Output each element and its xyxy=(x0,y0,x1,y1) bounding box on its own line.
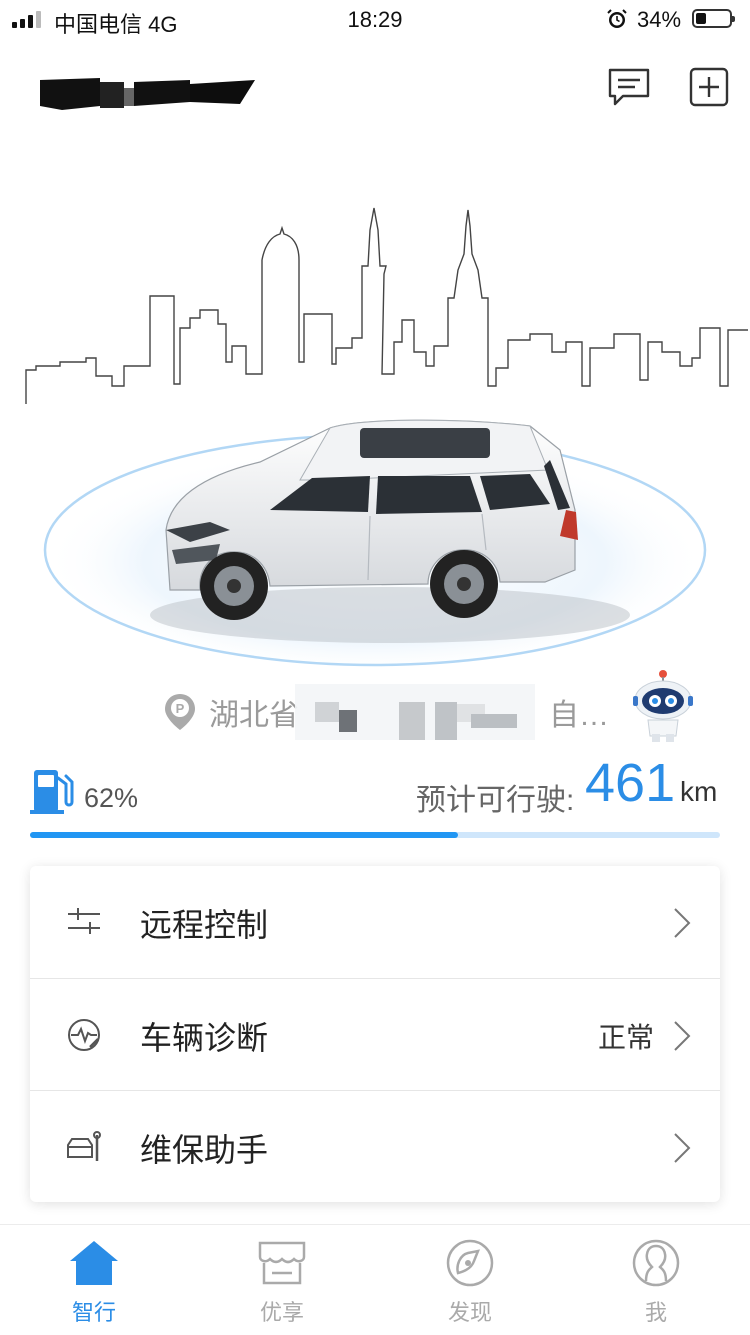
fuel-progress-bar xyxy=(30,832,720,838)
home-icon xyxy=(70,1241,118,1285)
bottom-tab-bar: 智行 优享 发现 我 xyxy=(0,1224,750,1335)
menu-item-label: 维保助手 xyxy=(140,1132,269,1168)
tab-youxiang[interactable]: 优享 xyxy=(222,1225,342,1335)
redacted-location xyxy=(295,684,535,740)
menu-item-label: 车辆诊断 xyxy=(140,1020,269,1056)
battery-icon xyxy=(692,9,735,28)
vehicle-menu-card: 远程控制 车辆诊断 正常 维保助手 xyxy=(30,866,720,1202)
city-skyline-illustration xyxy=(25,207,748,404)
range-unit: km xyxy=(680,776,718,807)
diagnosis-status: 正常 xyxy=(597,1022,654,1053)
compass-icon xyxy=(446,1239,494,1287)
tab-faxian[interactable]: 发现 xyxy=(410,1225,530,1335)
range-label: 预计可行驶: xyxy=(416,784,575,817)
parking-pin-icon: P xyxy=(165,694,195,730)
menu-item-maintenance[interactable]: 维保助手 xyxy=(30,1090,720,1203)
fuel-pump-icon xyxy=(30,770,74,814)
location-text-suffix: 自… xyxy=(549,699,609,732)
redacted-title xyxy=(40,78,255,110)
robot-assistant-icon[interactable] xyxy=(626,668,700,744)
maintenance-icon xyxy=(67,1131,101,1161)
tab-label: 优享 xyxy=(259,1300,304,1325)
tab-wo[interactable]: 我 xyxy=(596,1225,716,1335)
chevron-right-icon xyxy=(674,908,691,938)
svg-text:P: P xyxy=(176,701,185,716)
battery-percent: 34% xyxy=(637,7,682,32)
location-text-prefix: 湖北省 xyxy=(209,699,299,732)
menu-item-remote-control[interactable]: 远程控制 xyxy=(30,866,720,978)
message-icon[interactable] xyxy=(607,67,651,107)
tab-zhixing[interactable]: 智行 xyxy=(34,1225,154,1335)
menu-item-diagnosis[interactable]: 车辆诊断 正常 xyxy=(30,978,720,1091)
car-illustration xyxy=(43,419,707,667)
plus-icon[interactable] xyxy=(688,67,732,107)
fuel-progress-fill xyxy=(30,832,458,838)
tab-label: 我 xyxy=(644,1300,667,1325)
chevron-right-icon xyxy=(674,1021,691,1051)
store-icon xyxy=(258,1241,306,1285)
sliders-icon xyxy=(68,908,100,934)
chevron-right-icon xyxy=(674,1133,691,1163)
fuel-percent: 62% xyxy=(84,783,139,813)
user-icon xyxy=(632,1239,680,1287)
status-bar: 中国电信 4G 18:29 34% xyxy=(0,0,750,40)
range-value: 461 xyxy=(585,753,676,813)
tab-label: 智行 xyxy=(71,1300,116,1325)
alarm-icon xyxy=(607,9,627,28)
tab-label: 发现 xyxy=(447,1300,492,1325)
menu-item-label: 远程控制 xyxy=(140,907,269,943)
diagnosis-icon xyxy=(68,1019,100,1051)
